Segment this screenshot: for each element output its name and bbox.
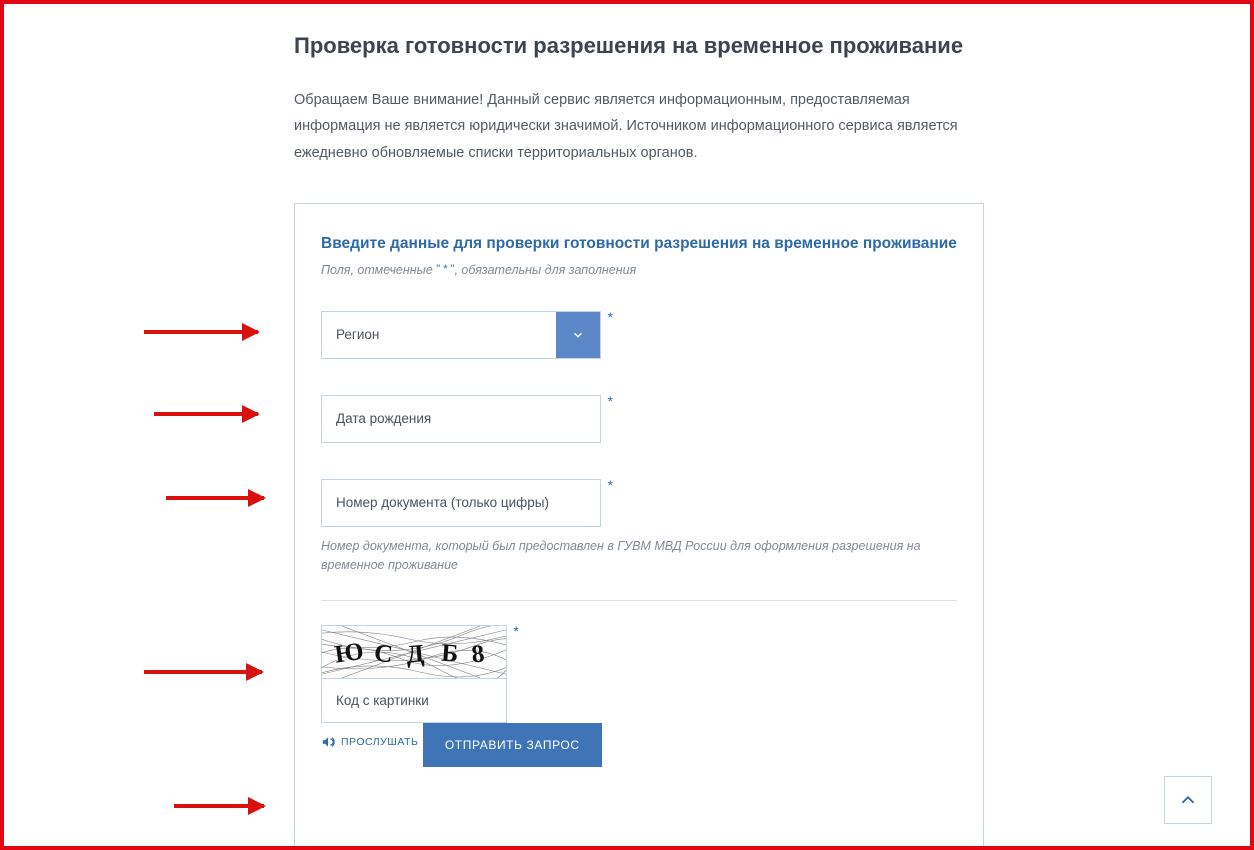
docnum-field-row: *	[321, 479, 601, 527]
annotation-arrow	[154, 412, 258, 416]
form-container: Введите данные для проверки готовности р…	[294, 203, 984, 850]
region-select-label: Регион	[322, 312, 556, 358]
region-select-toggle[interactable]	[556, 312, 600, 358]
region-select[interactable]: Регион	[321, 311, 601, 359]
speaker-icon	[321, 735, 335, 749]
form-heading: Введите данные для проверки готовности р…	[321, 234, 957, 255]
annotation-arrow	[144, 330, 258, 334]
annotation-arrow	[144, 670, 262, 674]
captcha-listen-label: ПРОСЛУШАТЬ	[341, 736, 418, 748]
required-note-mark: " * "	[436, 263, 454, 275]
submit-button[interactable]: ОТПРАВИТЬ ЗАПРОС	[423, 723, 602, 767]
dob-field-row: *	[321, 395, 601, 443]
svg-text:Д: Д	[405, 639, 426, 668]
required-indicator: *	[608, 309, 613, 325]
intro-paragraph: Обращаем Ваше внимание! Данный сервис яв…	[294, 87, 994, 167]
chevron-down-icon	[571, 328, 585, 342]
captcha-input[interactable]	[321, 679, 507, 723]
chevron-up-icon	[1177, 789, 1199, 811]
svg-text:Б: Б	[440, 639, 459, 668]
submit-button-label: ОТПРАВИТЬ ЗАПРОС	[445, 738, 580, 752]
required-indicator: *	[514, 623, 519, 639]
svg-text:8: 8	[470, 639, 486, 668]
dob-input[interactable]	[321, 395, 601, 443]
annotation-arrow	[174, 804, 264, 808]
required-note-prefix: Поля, отмеченные	[321, 263, 436, 277]
docnum-input[interactable]	[321, 479, 601, 527]
main-content: Проверка готовности разрешения на времен…	[294, 32, 994, 850]
annotation-arrow	[166, 496, 264, 500]
captcha-row: Ю С Д Б 8 *	[321, 625, 507, 723]
required-indicator: *	[608, 393, 613, 409]
svg-text:Ю: Ю	[333, 637, 366, 668]
separator	[321, 600, 957, 601]
region-field-row: Регион *	[321, 311, 601, 359]
captcha-image: Ю С Д Б 8	[321, 625, 507, 679]
required-indicator: *	[608, 477, 613, 493]
required-note-suffix: , обязательны для заполнения	[454, 263, 636, 277]
captcha-listen-link[interactable]: ПРОСЛУШАТЬ	[321, 735, 418, 749]
page-frame: Проверка готовности разрешения на времен…	[0, 0, 1254, 850]
docnum-helper-text: Номер документа, который был предоставле…	[321, 537, 941, 576]
page-title: Проверка готовности разрешения на времен…	[294, 32, 994, 61]
required-fields-note: Поля, отмеченные " * ", обязательны для …	[321, 263, 957, 277]
scroll-to-top-button[interactable]	[1164, 776, 1212, 824]
svg-text:С: С	[373, 639, 394, 668]
